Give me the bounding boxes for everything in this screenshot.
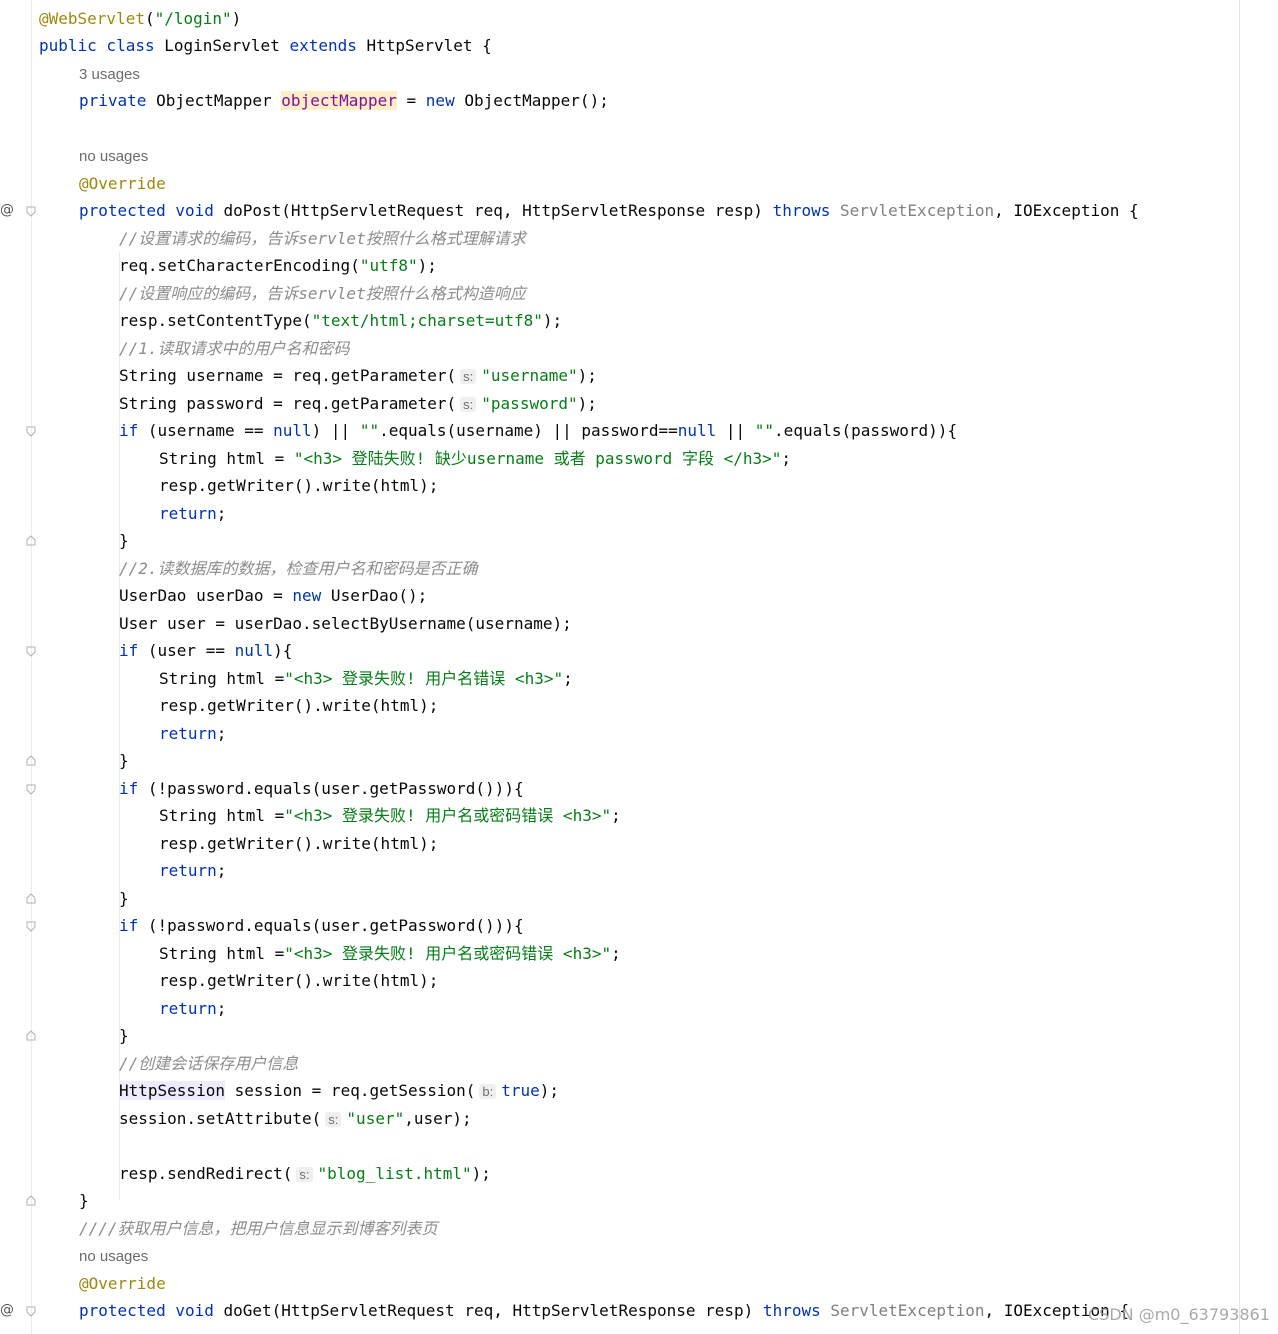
code-line[interactable]: HttpSession session = req.getSession(b: t… (119, 1080, 559, 1102)
fold-open-icon[interactable] (26, 784, 36, 795)
code-line[interactable]: protected void doPost(HttpServletRequest… (79, 200, 1139, 222)
code-line[interactable]: } (119, 888, 129, 910)
code-line[interactable]: return; (159, 998, 226, 1020)
code-line[interactable]: req.setCharacterEncoding("utf8"); (119, 255, 437, 277)
code-line[interactable]: return; (159, 723, 226, 745)
code-comment[interactable]: //设置请求的编码，告诉servlet按照什么格式理解请求 (119, 228, 526, 250)
code-line[interactable]: return; (159, 503, 226, 525)
watermark: CSDN @m0_63793861 (1088, 1305, 1270, 1324)
fold-close-icon[interactable] (26, 893, 36, 904)
code-line[interactable]: String html ="<h3> 登录失败! 用户名或密码错误 <h3>"; (159, 943, 621, 965)
code-line[interactable]: public class LoginServlet extends HttpSe… (39, 35, 492, 57)
param-hint: s: (460, 397, 477, 412)
code-comment[interactable]: //1.读取请求中的用户名和密码 (119, 338, 350, 360)
code-line[interactable]: resp.sendRedirect(s: "blog_list.html"); (119, 1163, 491, 1185)
usages-hint[interactable]: no usages (79, 147, 148, 167)
code-line[interactable]: protected void doGet(HttpServletRequest … (79, 1300, 1129, 1322)
code-line[interactable]: if (!password.equals(user.getPassword())… (119, 915, 524, 937)
code-line[interactable]: User user = userDao.selectByUsername(use… (119, 613, 572, 635)
code-line[interactable]: String password = req.getParameter(s: "pa… (119, 393, 597, 415)
param-hint: s: (460, 369, 477, 384)
fold-close-icon[interactable] (26, 1030, 36, 1041)
param-hint: s: (296, 1167, 313, 1182)
code-line[interactable]: if (!password.equals(user.getPassword())… (119, 778, 524, 800)
code-line[interactable]: resp.getWriter().write(html); (159, 833, 438, 855)
usages-hint[interactable]: no usages (79, 1247, 148, 1267)
fold-close-icon[interactable] (26, 755, 36, 766)
code-line[interactable]: if (username == null) || "".equals(usern… (119, 420, 957, 442)
code-line[interactable]: session.setAttribute(s: "user",user); (119, 1108, 472, 1130)
fold-close-icon[interactable] (26, 1195, 36, 1206)
override-gutter-icon[interactable]: @ (0, 202, 14, 218)
code-line[interactable]: String html ="<h3> 登录失败! 用户名或密码错误 <h3>"; (159, 805, 621, 827)
code-editor[interactable]: @ @ @WebServlet("/login") public class L… (0, 0, 1278, 1334)
code-line[interactable]: resp.setContentType("text/html;charset=u… (119, 310, 562, 332)
code-line[interactable]: String username = req.getParameter(s: "us… (119, 365, 597, 387)
code-line[interactable]: } (119, 1025, 129, 1047)
override-gutter-icon[interactable]: @ (0, 1302, 14, 1318)
code-line[interactable]: private ObjectMapper objectMapper = new … (79, 90, 609, 112)
code-line[interactable]: if (user == null){ (119, 640, 292, 662)
code-line[interactable]: @Override (79, 173, 166, 195)
fold-open-icon[interactable] (26, 206, 36, 217)
code-line[interactable]: resp.getWriter().write(html); (159, 475, 438, 497)
code-line[interactable]: } (119, 530, 129, 552)
code-line[interactable]: UserDao userDao = new UserDao(); (119, 585, 427, 607)
fold-open-icon[interactable] (26, 426, 36, 437)
param-hint: s: (325, 1112, 342, 1127)
code-line[interactable]: resp.getWriter().write(html); (159, 695, 438, 717)
code-comment[interactable]: //创建会话保存用户信息 (119, 1053, 298, 1075)
fold-open-icon[interactable] (26, 921, 36, 932)
usages-hint[interactable]: 3 usages (79, 65, 140, 85)
code-line[interactable]: return; (159, 860, 226, 882)
highlighted-type: HttpSession (119, 1081, 225, 1100)
fold-open-icon[interactable] (26, 1306, 36, 1317)
highlighted-field: objectMapper (281, 91, 397, 110)
code-line[interactable]: String html ="<h3> 登录失败! 用户名错误 <h3>"; (159, 668, 573, 690)
code-line[interactable]: } (79, 1190, 89, 1212)
fold-open-icon[interactable] (26, 646, 36, 657)
code-comment[interactable]: //2.读数据库的数据，检查用户名和密码是否正确 (119, 558, 478, 580)
param-hint: b: (479, 1084, 497, 1099)
annotation: @WebServlet (39, 9, 145, 28)
fold-close-icon[interactable] (26, 535, 36, 546)
code-comment[interactable]: //设置响应的编码，告诉servlet按照什么格式构造响应 (119, 283, 526, 305)
code-line[interactable]: @Override (79, 1273, 166, 1295)
code-line[interactable]: } (119, 750, 129, 772)
code-line[interactable]: String html = "<h3> 登陆失败! 缺少username 或者 … (159, 448, 791, 470)
code-comment[interactable]: ////获取用户信息，把用户信息显示到博客列表页 (79, 1218, 438, 1240)
code-line[interactable]: resp.getWriter().write(html); (159, 970, 438, 992)
code-line[interactable]: @WebServlet("/login") (39, 8, 241, 30)
